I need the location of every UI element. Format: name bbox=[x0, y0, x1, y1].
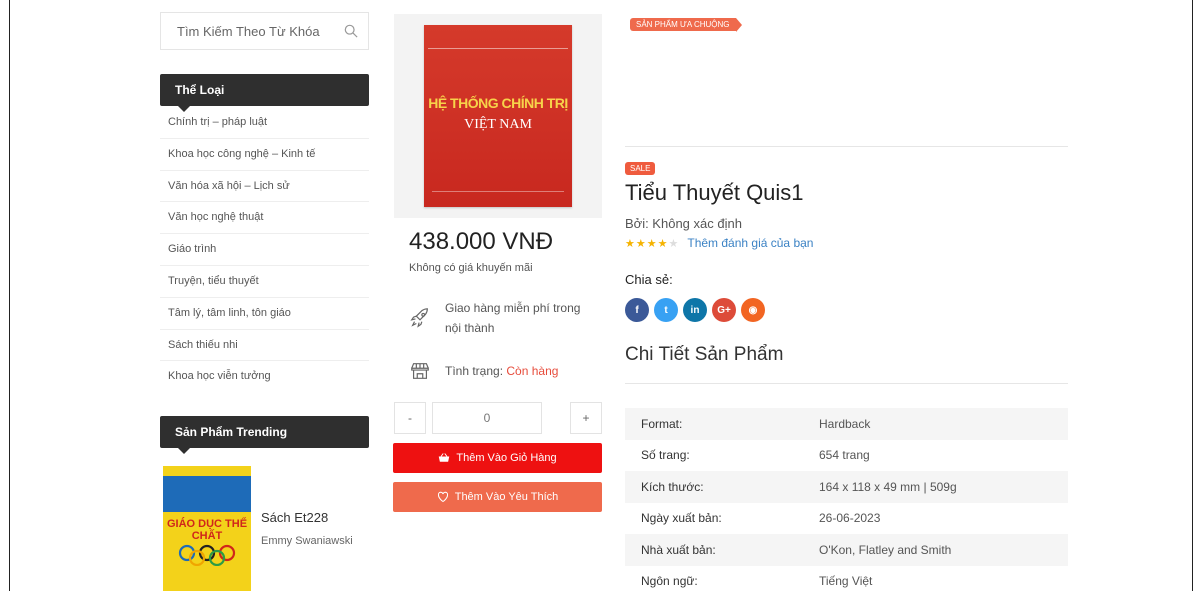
spec-value: 164 x 118 x 49 mm | 509g bbox=[819, 479, 957, 494]
spec-row: Số trang: 654 trang bbox=[625, 440, 1068, 472]
linkedin-icon[interactable]: in bbox=[683, 298, 707, 322]
divider bbox=[625, 383, 1068, 384]
product-title: Tiểu Thuyết Quis1 bbox=[625, 180, 804, 205]
spec-value: Hardback bbox=[819, 416, 871, 431]
basket-icon bbox=[439, 453, 450, 462]
product-cover-image[interactable]: HỆ THỐNG CHÍNH TRỊ VIỆT NAM bbox=[424, 25, 572, 207]
category-heading: Thể Loại bbox=[160, 74, 369, 112]
favorite-badge: SẢN PHẨM ƯA CHUỘNG bbox=[630, 18, 742, 32]
trending-title[interactable]: Sách Et228 bbox=[261, 510, 353, 525]
sale-badge: SALE bbox=[625, 162, 656, 175]
cover-title-line2: VIỆT NAM bbox=[464, 117, 532, 132]
category-item[interactable]: Khoa học viễn tưởng bbox=[160, 361, 369, 393]
store-icon bbox=[411, 363, 429, 379]
olympic-rings-icon bbox=[178, 544, 236, 566]
twitter-icon[interactable]: t bbox=[654, 298, 678, 322]
rocket-icon bbox=[410, 308, 428, 328]
add-review-link[interactable]: Thêm đánh giá của bạn bbox=[687, 236, 813, 250]
category-list: Chính trị – pháp luật Khoa học công nghệ… bbox=[160, 107, 369, 393]
category-item[interactable]: Văn hóa xã hội – Lịch sử bbox=[160, 171, 369, 203]
spec-row: Kích thước: 164 x 118 x 49 mm | 509g bbox=[625, 471, 1068, 503]
stock-value: Còn hàng bbox=[506, 364, 559, 378]
search-input[interactable] bbox=[177, 23, 337, 39]
shipping-text: Giao hàng miễn phí trong nội thành bbox=[445, 301, 581, 335]
spec-row: Format: Hardback bbox=[625, 408, 1068, 440]
trending-cover-text: GIÁO DỤC THỂ CHẤT bbox=[166, 518, 248, 542]
details-title: Chi Tiết Sản Phẩm bbox=[625, 344, 784, 365]
promo-text: Không có giá khuyến mãi bbox=[409, 262, 533, 274]
spec-row: Ngày xuất bản: 26-06-2023 bbox=[625, 503, 1068, 535]
spec-key: Ngày xuất bản: bbox=[641, 511, 722, 526]
category-item[interactable]: Sách thiếu nhi bbox=[160, 330, 369, 362]
cover-title-line1: HỆ THỐNG CHÍNH TRỊ bbox=[428, 95, 568, 111]
right-frame-border bbox=[1192, 0, 1193, 591]
category-item[interactable]: Tâm lý, tâm linh, tôn giáo bbox=[160, 298, 369, 330]
spec-value: O'Kon, Flatley and Smith bbox=[819, 542, 952, 557]
rss-icon[interactable]: ◉ bbox=[741, 298, 765, 322]
category-item[interactable]: Truyện, tiểu thuyết bbox=[160, 266, 369, 298]
star-icon[interactable]: ★ bbox=[658, 238, 669, 250]
product-image-box: HỆ THỐNG CHÍNH TRỊ VIỆT NAM bbox=[394, 14, 602, 218]
add-to-cart-label: Thêm Vào Giỏ Hàng bbox=[456, 452, 557, 464]
spec-row: Nhà xuất bản: O'Kon, Flatley and Smith bbox=[625, 534, 1068, 566]
spec-value: 654 trang bbox=[819, 448, 870, 463]
spec-key: Nhà xuất bản: bbox=[641, 542, 716, 557]
spec-row: Ngôn ngữ: Tiếng Việt bbox=[625, 566, 1068, 591]
star-icon[interactable]: ★ bbox=[669, 238, 680, 250]
add-to-wishlist-button[interactable]: Thêm Vào Yêu Thích bbox=[393, 482, 602, 512]
spec-value: 26-06-2023 bbox=[819, 511, 881, 526]
spec-key: Số trang: bbox=[641, 448, 690, 463]
star-icon[interactable]: ★ bbox=[625, 238, 636, 250]
left-frame-border bbox=[9, 0, 10, 591]
category-item[interactable]: Văn học nghệ thuật bbox=[160, 202, 369, 235]
stock-label: Tình trạng: bbox=[445, 364, 504, 378]
social-share-buttons: f t in G+ ◉ bbox=[625, 298, 765, 322]
quantity-input[interactable]: 0 bbox=[432, 402, 542, 434]
quantity-stepper: - 0 + bbox=[394, 402, 602, 434]
star-icon[interactable]: ★ bbox=[647, 238, 658, 250]
trending-heading: Sản Phẩm Trending bbox=[160, 416, 369, 454]
search-icon[interactable] bbox=[344, 24, 358, 38]
trending-cover-image[interactable]: GIÁO DỤC THỂ CHẤT bbox=[163, 466, 251, 591]
spec-value: Tiếng Việt bbox=[819, 574, 873, 589]
category-item[interactable]: Khoa học công nghệ – Kinh tế bbox=[160, 139, 369, 171]
quantity-decrease-button[interactable]: - bbox=[394, 402, 426, 434]
trending-author: Emmy Swaniawski bbox=[261, 535, 353, 547]
share-label: Chia sẻ: bbox=[625, 272, 673, 287]
spec-table: Format: Hardback Số trang: 654 trang Kích th… bbox=[625, 408, 1068, 591]
star-icon[interactable]: ★ bbox=[636, 238, 647, 250]
spec-key: Kích thước: bbox=[641, 479, 704, 494]
category-item[interactable]: Chính trị – pháp luật bbox=[160, 107, 369, 139]
spec-key: Ngôn ngữ: bbox=[641, 574, 698, 589]
googleplus-icon[interactable]: G+ bbox=[712, 298, 736, 322]
product-rating: ★★★★★ Thêm đánh giá của bạn bbox=[625, 236, 813, 250]
stock-info: Tình trạng: Còn hàng bbox=[409, 360, 558, 382]
add-to-cart-button[interactable]: Thêm Vào Giỏ Hàng bbox=[393, 443, 602, 473]
spec-key: Format: bbox=[641, 416, 683, 431]
shipping-info: Giao hàng miễn phí trong nội thành bbox=[409, 298, 599, 338]
facebook-icon[interactable]: f bbox=[625, 298, 649, 322]
add-to-wishlist-label: Thêm Vào Yêu Thích bbox=[454, 491, 559, 503]
product-author: Bởi: Không xác định bbox=[625, 216, 742, 231]
product-price: 438.000 VNĐ bbox=[409, 228, 554, 255]
quantity-increase-button[interactable]: + bbox=[570, 402, 602, 434]
trending-product[interactable]: GIÁO DỤC THỂ CHẤT Sách Et228 Emmy Swania… bbox=[163, 466, 353, 591]
search-box bbox=[160, 12, 369, 50]
divider bbox=[625, 146, 1068, 147]
star-rating-icon: ★★★★★ bbox=[625, 237, 679, 250]
category-item[interactable]: Giáo trình bbox=[160, 234, 369, 266]
heart-icon bbox=[437, 491, 448, 503]
